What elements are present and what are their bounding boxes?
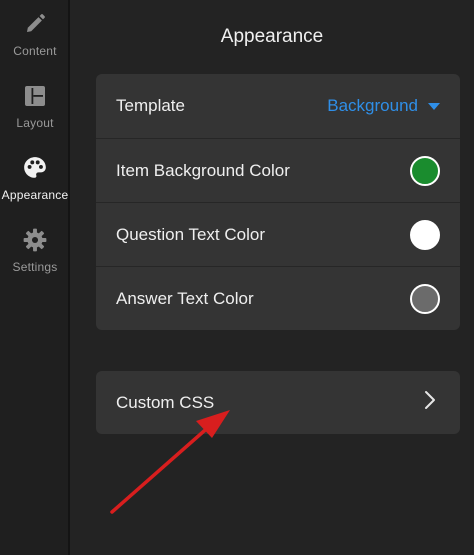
sidebar-item-label: Content xyxy=(13,44,57,58)
chevron-right-icon xyxy=(424,390,436,415)
sidebar-item-appearance[interactable]: Appearance xyxy=(0,154,70,218)
custom-css-button[interactable]: Custom CSS xyxy=(96,371,460,434)
template-dropdown[interactable]: Background xyxy=(327,96,440,116)
panel-title: Appearance xyxy=(220,26,324,47)
gear-icon xyxy=(21,226,49,254)
sidebar-item-content[interactable]: Content xyxy=(0,10,70,74)
question-text-color-swatch[interactable] xyxy=(410,219,440,250)
custom-css-row: Custom CSS xyxy=(96,371,460,434)
answer-text-color-label: Answer Text Color xyxy=(116,288,254,308)
item-background-color-row: Item Background Color xyxy=(96,138,460,202)
custom-css-label: Custom CSS xyxy=(116,392,215,412)
question-text-color-label: Question Text Color xyxy=(116,224,265,244)
item-background-color-swatch[interactable] xyxy=(410,155,440,186)
palette-icon xyxy=(21,154,49,182)
question-text-color-row: Question Text Color xyxy=(96,202,460,266)
appearance-settings-card: Template Background Item Background Colo… xyxy=(96,74,460,330)
answer-text-color-swatch[interactable] xyxy=(410,283,440,314)
item-background-color-label: Item Background Color xyxy=(116,160,290,180)
template-row: Template Background xyxy=(96,74,460,138)
appearance-editor: Content Layout Appearance Settings Appea… xyxy=(0,0,474,555)
sidebar-item-layout[interactable]: Layout xyxy=(0,82,70,146)
sidebar: Content Layout Appearance Settings xyxy=(0,0,70,555)
template-label: Template xyxy=(116,96,185,115)
layout-icon xyxy=(21,82,49,110)
sidebar-item-label: Settings xyxy=(12,260,58,274)
caret-down-icon xyxy=(428,102,440,110)
pencil-icon xyxy=(21,10,49,38)
sidebar-item-settings[interactable]: Settings xyxy=(0,226,70,290)
template-value: Background xyxy=(327,96,418,115)
answer-text-color-row: Answer Text Color xyxy=(96,266,460,330)
sidebar-item-label: Layout xyxy=(16,116,54,130)
sidebar-item-label: Appearance xyxy=(1,188,69,202)
